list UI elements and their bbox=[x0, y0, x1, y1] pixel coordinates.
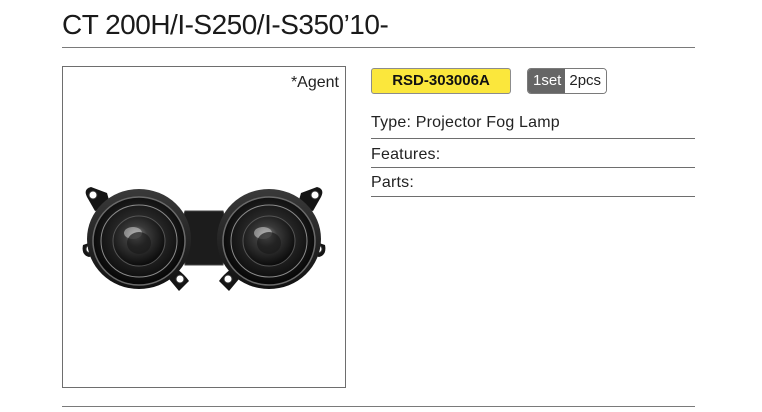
product-image-frame: *Agent bbox=[62, 66, 346, 388]
quantity-set-label: 1set bbox=[528, 69, 566, 93]
part-number-badge: RSD-303006A bbox=[371, 68, 511, 94]
spec-type: Type: Projector Fog Lamp bbox=[371, 114, 560, 131]
bottom-divider bbox=[62, 406, 695, 407]
quantity-pcs-label: 2pcs bbox=[565, 69, 607, 93]
spec-divider bbox=[371, 167, 695, 168]
product-image bbox=[82, 187, 326, 291]
quantity-badge: 1set 2pcs bbox=[527, 68, 608, 94]
spec-divider bbox=[371, 196, 695, 197]
page-title: CT 200H/I-S250/I-S350’10- bbox=[62, 9, 389, 40]
spec-parts: Parts: bbox=[371, 174, 414, 191]
title-divider bbox=[62, 47, 695, 48]
agent-note: *Agent bbox=[290, 74, 339, 91]
spec-divider bbox=[371, 138, 695, 139]
spec-features: Features: bbox=[371, 146, 441, 163]
